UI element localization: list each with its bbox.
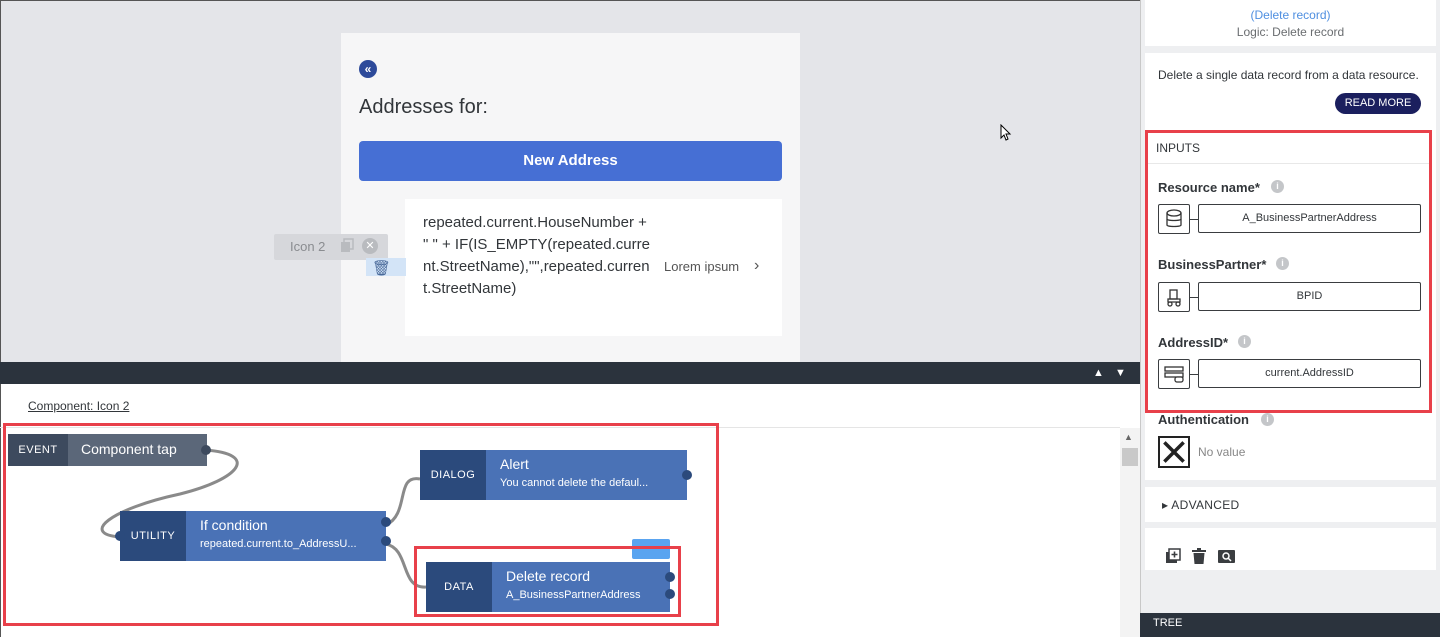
tree-bar[interactable] <box>1140 613 1440 637</box>
list-item-title: repeated.current.HouseNumber + " " + IF(… <box>423 214 650 297</box>
copy-icon[interactable] <box>339 238 355 254</box>
auth-label: Authentication <box>1158 412 1249 427</box>
advanced-label: ADVANCED <box>1171 498 1240 512</box>
annotation-highlight <box>414 546 681 617</box>
screen-title: Addresses for: <box>359 96 488 118</box>
component-chip-label: Icon 2 <box>290 239 326 254</box>
annotation-highlight <box>1145 130 1432 413</box>
no-value-icon[interactable] <box>1158 436 1190 468</box>
tree-label[interactable]: TREE <box>1153 617 1182 629</box>
description-text: Delete a single data record from a data … <box>1158 68 1419 82</box>
chevron-right-icon: › <box>754 257 760 274</box>
mouse-cursor-icon <box>1000 124 1012 141</box>
advanced-toggle[interactable]: ▸ ADVANCED <box>1162 498 1240 512</box>
logic-label: Logic: Delete record <box>1236 25 1345 39</box>
scroll-up-icon[interactable]: ▲ <box>1124 432 1133 442</box>
new-address-button[interactable]: New Address <box>359 141 782 181</box>
read-more-button[interactable]: READ MORE <box>1335 93 1421 114</box>
info-icon[interactable]: i <box>1261 413 1274 426</box>
scrollbar-thumb[interactable] <box>1122 448 1138 466</box>
close-icon[interactable]: ✕ <box>362 238 378 254</box>
panel-splitter[interactable] <box>0 362 1140 384</box>
auth-value: No value <box>1198 445 1246 459</box>
add-copy-icon[interactable] <box>1165 548 1181 564</box>
tools-card <box>1145 528 1436 570</box>
trash-icon[interactable] <box>1192 548 1206 564</box>
collapse-up-icon[interactable]: ▲ <box>1093 367 1107 379</box>
panel-header <box>1145 0 1436 46</box>
collapse-down-icon[interactable]: ▼ <box>1115 367 1129 379</box>
back-icon[interactable]: « <box>359 60 377 78</box>
list-item-extra: Lorem ipsum <box>664 259 740 274</box>
search-icon[interactable] <box>1218 550 1235 563</box>
trash-icon[interactable]: 🗑 <box>372 259 391 277</box>
node-link[interactable]: (Delete record) <box>1145 8 1436 22</box>
